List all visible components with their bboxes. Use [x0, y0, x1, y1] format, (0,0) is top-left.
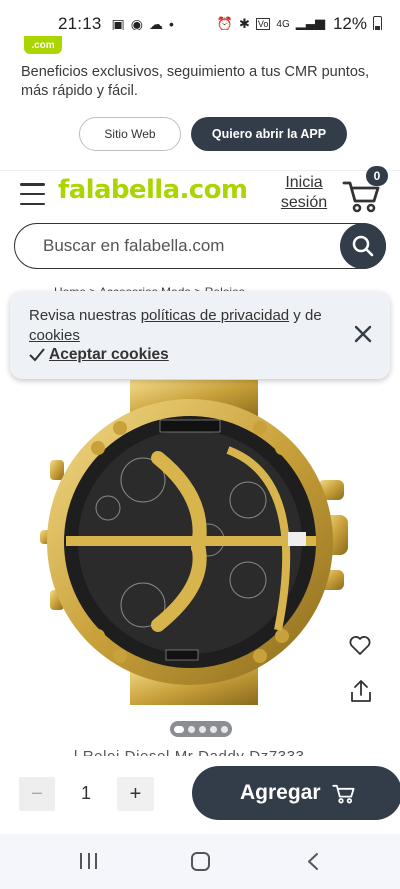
- cookies-policy-link[interactable]: cookies: [29, 327, 80, 344]
- network-type: 4G: [276, 18, 290, 30]
- recent-apps-icon[interactable]: [80, 853, 97, 869]
- close-icon[interactable]: [354, 325, 372, 343]
- add-to-cart-button[interactable]: Agregar: [192, 766, 400, 820]
- watch-image: [40, 380, 348, 705]
- cookie-banner: Revisa nuestras políticas de privacidad …: [10, 291, 390, 379]
- share-icon[interactable]: [350, 679, 372, 703]
- add-to-cart-bar: − 1 + Agregar: [0, 756, 400, 834]
- quantity-increase-button[interactable]: +: [117, 777, 154, 811]
- accept-cookies-button[interactable]: Aceptar cookies: [29, 346, 169, 364]
- banner-logo: .com: [24, 36, 62, 54]
- website-button[interactable]: Sitio Web: [79, 117, 181, 151]
- menu-icon[interactable]: [20, 183, 45, 205]
- pager-dot[interactable]: [174, 725, 184, 733]
- banner-text: Beneficios exclusivos, seguimiento a tus…: [21, 64, 370, 99]
- pager-dot[interactable]: [188, 725, 195, 733]
- quantity-value: 1: [80, 783, 91, 803]
- pager-dot[interactable]: [221, 725, 228, 733]
- pager-dot[interactable]: [210, 725, 217, 733]
- privacy-policy-link[interactable]: políticas de privacidad: [141, 307, 289, 324]
- check-icon: [29, 348, 45, 362]
- site-header: falabella.com Inicia sesión Buscar en fa…: [0, 170, 400, 280]
- search-button[interactable]: [340, 223, 386, 269]
- quantity-decrease-button[interactable]: −: [19, 777, 55, 811]
- search-icon: [352, 235, 374, 257]
- home-icon[interactable]: [191, 852, 210, 871]
- login-link[interactable]: Inicia sesión: [278, 173, 330, 213]
- favorite-heart-icon[interactable]: [348, 633, 372, 657]
- cookie-text: Revisa nuestras políticas de privacidad …: [29, 307, 322, 344]
- system-navigation-bar: [0, 834, 400, 889]
- search-bar[interactable]: Buscar en falabella.com: [14, 223, 386, 269]
- back-icon[interactable]: [306, 852, 320, 871]
- app-banner: .com Beneficios exclusivos, seguimiento …: [0, 30, 400, 170]
- volte-icon: Vo: [255, 18, 271, 30]
- product-image-gallery[interactable]: [0, 380, 400, 745]
- falabella-logo[interactable]: falabella.com: [58, 175, 248, 205]
- open-app-button[interactable]: Quiero abrir la APP: [191, 117, 347, 151]
- pager-dot[interactable]: [199, 725, 206, 733]
- cart-count-badge: 0: [366, 166, 388, 186]
- image-pager[interactable]: [170, 721, 232, 737]
- search-input[interactable]: Buscar en falabella.com: [43, 236, 224, 256]
- cart-icon: [331, 784, 355, 804]
